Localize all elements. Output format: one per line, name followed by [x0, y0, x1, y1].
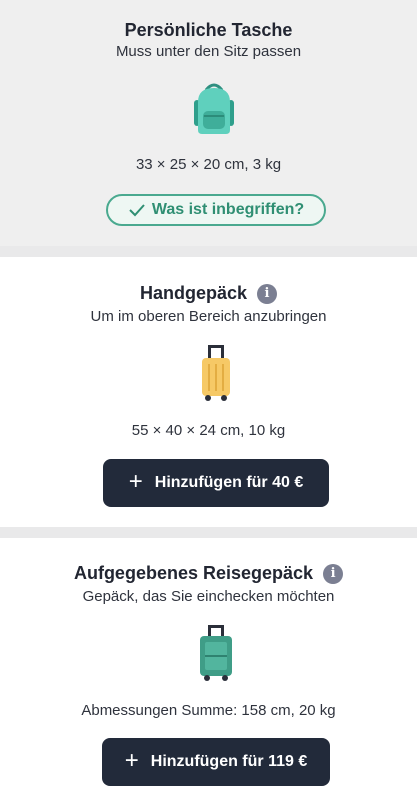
check-icon — [128, 203, 146, 217]
cabin-bag-section: Handgepäck i Um im oberen Bereich anzubri… — [0, 257, 417, 527]
cabin-bag-title: Handgepäck — [139, 283, 248, 303]
checked-bag-subtitle: Gepäck, das Sie einchecken möchten — [82, 588, 335, 605]
backpack-icon — [188, 80, 240, 136]
checked-bag-dimensions: Abmessungen Summe: 158 cm, 20 kg — [81, 702, 336, 719]
checked-suitcase-icon — [197, 624, 235, 682]
whats-included-label: Was ist inbegriffen? — [151, 201, 305, 218]
add-cabin-bag-label: Hinzufügen für 40 € — [154, 474, 304, 491]
personal-bag-dimensions: 33 × 25 × 20 cm, 3 kg — [135, 156, 282, 173]
add-checked-bag-button[interactable]: + Hinzufügen für 119 € — [102, 738, 330, 786]
add-checked-bag-label: Hinzufügen für 119 € — [150, 753, 308, 770]
cabin-bag-dimensions: 55 × 40 × 24 cm, 10 kg — [131, 422, 286, 439]
personal-bag-title: Persönliche Tasche — [124, 20, 293, 40]
cabin-suitcase-icon — [199, 344, 233, 402]
info-icon[interactable]: i — [323, 564, 344, 584]
whats-included-button[interactable]: Was ist inbegriffen? — [106, 194, 326, 226]
cabin-bag-subtitle: Um im oberen Bereich anzubringen — [90, 308, 327, 325]
add-cabin-bag-button[interactable]: + Hinzufügen für 40 € — [103, 459, 329, 507]
plus-icon: + — [128, 468, 143, 495]
personal-bag-section: Persönliche Tasche Muss unter den Sitz p… — [0, 0, 417, 246]
checked-bag-title: Aufgegebenes Reisegepäck — [73, 563, 314, 583]
plus-icon: + — [124, 747, 139, 774]
personal-bag-subtitle: Muss unter den Sitz passen — [115, 43, 302, 60]
checked-bag-section: Aufgegebenes Reisegepäck i Gepäck, das Si… — [0, 538, 417, 800]
info-icon[interactable]: i — [257, 284, 278, 304]
